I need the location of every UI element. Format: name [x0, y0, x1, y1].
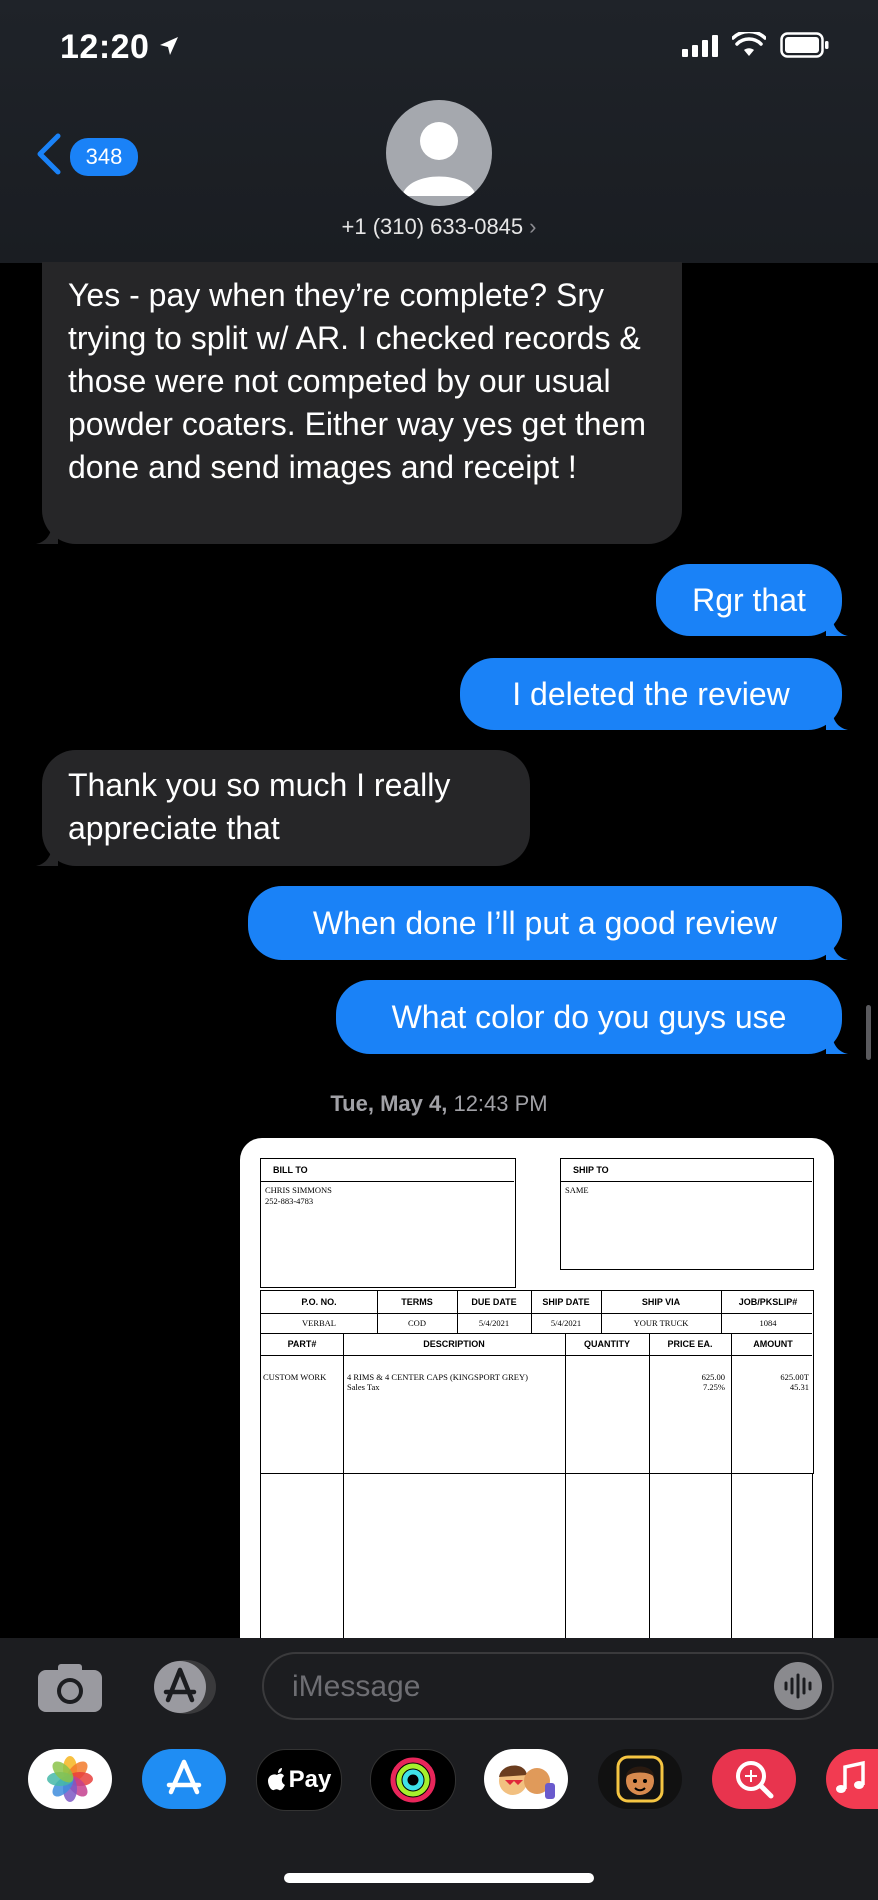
message-incoming[interactable]: Yes - pay when they’re complete? Sry try…: [36, 262, 682, 544]
val-job: 1084: [759, 1318, 777, 1328]
line-item-tax: Sales Tax: [347, 1382, 380, 1392]
col-ship-via: SHIP VIA: [641, 1297, 681, 1307]
message-input[interactable]: iMessage: [262, 1652, 834, 1720]
bill-to-box: BILL TO CHRIS SIMMONS 252-883-4783: [260, 1158, 516, 1288]
ship-to-value: SAME: [565, 1185, 589, 1195]
bubble-tail: [826, 1032, 848, 1054]
message-outgoing[interactable]: I deleted the review: [460, 658, 848, 730]
line-item-amount: 625.00T: [780, 1372, 809, 1382]
col-job: JOB/PKSLIP#: [738, 1297, 798, 1307]
message-outgoing[interactable]: When done I’ll put a good review: [248, 886, 848, 960]
col-price: PRICE EA.: [667, 1339, 713, 1349]
bubble-tail: [36, 844, 58, 866]
conversation-header: 12:20 348 +1 (310) 633-0845 ›: [0, 0, 878, 263]
music-app-icon[interactable]: [826, 1749, 878, 1809]
apple-logo-icon: [267, 1768, 285, 1791]
col-ship-date: SHIP DATE: [542, 1297, 590, 1307]
message-outgoing[interactable]: Rgr that: [656, 564, 848, 636]
cellular-signal-icon: [682, 33, 718, 57]
app-store-button-icon[interactable]: [148, 1658, 218, 1716]
message-outgoing[interactable]: What color do you guys use: [336, 980, 848, 1054]
camera-icon[interactable]: [36, 1662, 104, 1714]
scroll-indicator[interactable]: [866, 1005, 871, 1060]
val-ship-date: 5/4/2021: [550, 1318, 582, 1328]
audio-message-button[interactable]: [774, 1662, 822, 1710]
message-incoming[interactable]: Thank you so much I really appreciate th…: [36, 750, 530, 866]
app-store-icon[interactable]: [142, 1749, 226, 1809]
col-quantity: QUANTITY: [584, 1339, 630, 1349]
battery-icon: [780, 32, 829, 58]
line-item-description: 4 RIMS & 4 CENTER CAPS (KINGSPORT GREY): [347, 1372, 528, 1382]
image-search-icon[interactable]: [712, 1749, 796, 1809]
chevron-right-icon: ›: [529, 214, 537, 239]
bill-to-phone: 252-883-4783: [265, 1196, 314, 1206]
col-po-no: P.O. NO.: [301, 1297, 337, 1307]
val-due-date: 5/4/2021: [478, 1318, 510, 1328]
message-timestamp: Tue, May 4, 12:43 PM: [330, 1091, 548, 1116]
invoice-image-attachment[interactable]: BILL TO CHRIS SIMMONS 252-883-4783 SHIP …: [240, 1138, 834, 1638]
status-indicators: [682, 32, 830, 58]
memoji-icon[interactable]: [598, 1749, 682, 1809]
val-terms: COD: [408, 1318, 426, 1328]
ship-to-label: SHIP TO: [573, 1165, 609, 1175]
person-icon: [402, 122, 476, 196]
compose-bar: iMessage: [0, 1638, 878, 1734]
activity-app-icon[interactable]: [370, 1749, 456, 1811]
message-input-placeholder: iMessage: [292, 1670, 421, 1703]
chevron-left-icon: [34, 132, 64, 181]
line-item-tax-rate: 7.25%: [703, 1382, 725, 1392]
bill-to-name: CHRIS SIMMONS: [265, 1185, 332, 1195]
bill-to-label: BILL TO: [273, 1165, 308, 1175]
contact-avatar[interactable]: [386, 100, 492, 206]
home-indicator[interactable]: [284, 1873, 594, 1883]
photos-app-icon[interactable]: [28, 1749, 112, 1809]
apple-pay-icon[interactable]: Pay: [256, 1749, 342, 1811]
val-ship-via: YOUR TRUCK: [633, 1318, 689, 1328]
line-item-tax-amount: 45.31: [789, 1382, 809, 1392]
col-description: DESCRIPTION: [423, 1339, 485, 1349]
bubble-tail: [826, 708, 848, 730]
ship-to-box: SHIP TO SAME: [560, 1158, 814, 1270]
col-part: PART#: [287, 1339, 317, 1349]
wifi-icon: [732, 32, 766, 56]
unread-count-badge: 348: [70, 137, 138, 176]
location-arrow-icon: [157, 28, 181, 67]
waveform-icon: [784, 1673, 812, 1699]
col-amount: AMOUNT: [753, 1339, 793, 1349]
bubble-tail: [36, 522, 58, 544]
col-terms: TERMS: [401, 1297, 433, 1307]
val-po-no: VERBAL: [302, 1318, 336, 1328]
bubble-tail: [826, 938, 848, 960]
status-time: 12:20: [60, 28, 181, 67]
col-due-date: DUE DATE: [471, 1297, 517, 1307]
line-item-part: CUSTOM WORK: [263, 1372, 327, 1382]
line-item-price: 625.00: [701, 1372, 725, 1382]
invoice-terms-table: P.O. NO. TERMS DUE DATE SHIP DATE SHIP V…: [260, 1290, 814, 1638]
back-button[interactable]: 348: [34, 132, 138, 181]
memoji-stickers-icon[interactable]: [484, 1749, 568, 1809]
contact-name[interactable]: +1 (310) 633-0845 ›: [0, 214, 878, 240]
bubble-tail: [826, 614, 848, 636]
